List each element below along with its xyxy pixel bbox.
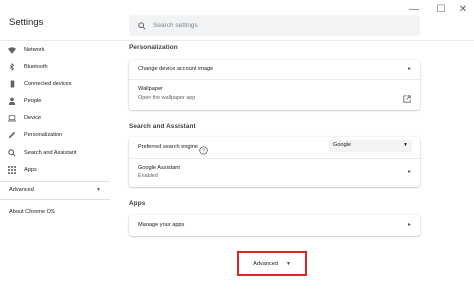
- sidebar-item-label: Search and Assistant: [24, 150, 77, 156]
- close-button[interactable]: ✕: [456, 2, 470, 16]
- row-sublabel: Enabled: [138, 173, 158, 179]
- chevron-right-icon: ▸: [407, 66, 411, 72]
- sidebar-item-connected-devices[interactable]: Connected devices: [0, 76, 110, 92]
- google-assistant-row[interactable]: Google Assistant Enabled ▸: [129, 159, 420, 187]
- sidebar-item-bluetooth[interactable]: Bluetooth: [0, 59, 110, 75]
- person-icon: [8, 97, 16, 105]
- search-engine-value: Google: [333, 142, 352, 148]
- sidebar-item-network[interactable]: Network: [0, 42, 110, 58]
- app-title: Settings: [9, 17, 44, 28]
- section-title-apps: Apps: [129, 200, 146, 207]
- sidebar-item-label: Device: [24, 115, 42, 121]
- sidebar: Network Bluetooth Connected devices Peop…: [0, 41, 110, 300]
- phone-icon: [8, 80, 16, 88]
- advanced-button[interactable]: Advanced ▼: [237, 251, 307, 276]
- change-account-image-row[interactable]: Change device account image ▸: [129, 60, 420, 79]
- sidebar-divider: [0, 181, 110, 182]
- sidebar-divider: [0, 199, 110, 200]
- preferred-search-engine-row: Preferred search engine ? Google ▼: [129, 137, 420, 156]
- search-input[interactable]: [153, 22, 403, 29]
- bluetooth-icon: [8, 63, 16, 71]
- row-label: Change device account image: [138, 66, 214, 72]
- sidebar-item-label: Network: [24, 47, 45, 53]
- sidebar-item-people[interactable]: People: [0, 93, 110, 109]
- sidebar-item-label: Apps: [24, 167, 37, 173]
- minimize-button[interactable]: —: [407, 2, 421, 16]
- sidebar-item-label: People: [24, 98, 42, 104]
- row-label: Manage your apps: [138, 222, 185, 228]
- chevron-right-icon: ▸: [407, 169, 411, 175]
- search-icon: [134, 21, 150, 30]
- sidebar-advanced-label: Advanced: [9, 187, 34, 193]
- row-label: Wallpaper: [138, 86, 163, 92]
- search-bar[interactable]: [129, 15, 420, 36]
- laptop-icon: [8, 114, 16, 122]
- apps-grid-icon: [8, 166, 16, 174]
- section-title-search-assistant: Search and Assistant: [129, 123, 196, 130]
- maximize-button[interactable]: ☐: [434, 2, 448, 16]
- title-bar: Settings — ☐ ✕: [0, 0, 474, 40]
- sidebar-item-about[interactable]: About Chrome OS: [9, 209, 55, 215]
- pencil-icon: [8, 131, 16, 139]
- sidebar-item-label: Personalization: [24, 132, 63, 138]
- chevron-right-icon: ▸: [407, 222, 411, 228]
- sidebar-item-device[interactable]: Device: [0, 110, 110, 126]
- advanced-button-label: Advanced: [253, 260, 278, 267]
- apps-card: Manage your apps ▸: [129, 215, 420, 236]
- sidebar-item-personalization[interactable]: Personalization: [0, 127, 110, 143]
- svg-text:?: ?: [202, 149, 205, 155]
- row-label: Google Assistant: [138, 165, 180, 171]
- sidebar-item-apps[interactable]: Apps: [0, 162, 110, 178]
- chevron-down-icon: ▼: [403, 142, 408, 148]
- chevron-down-icon: ▼: [285, 260, 291, 267]
- section-title-personalization: Personalization: [129, 44, 178, 51]
- manage-apps-row[interactable]: Manage your apps ▸: [129, 215, 420, 236]
- chevron-down-icon: ▼: [96, 187, 101, 193]
- sidebar-item-search-and-assistant[interactable]: Search and Assistant: [0, 145, 110, 161]
- sidebar-advanced-toggle[interactable]: Advanced ▼: [9, 183, 101, 197]
- search-assistant-card: Preferred search engine ? Google ▼ Googl…: [129, 137, 420, 187]
- row-label: Preferred search engine: [138, 144, 199, 150]
- personalization-card: Change device account image ▸ Wallpaper …: [129, 60, 420, 110]
- wifi-icon: [8, 46, 16, 54]
- sidebar-item-label: Connected devices: [24, 81, 72, 87]
- open-in-new-icon: [403, 90, 411, 108]
- search-engine-select[interactable]: Google ▼: [329, 140, 412, 152]
- row-sublabel: Open the wallpaper app: [138, 95, 196, 101]
- wallpaper-row[interactable]: Wallpaper Open the wallpaper app: [129, 80, 420, 110]
- search-icon: [8, 149, 16, 157]
- sidebar-item-label: Bluetooth: [24, 64, 48, 70]
